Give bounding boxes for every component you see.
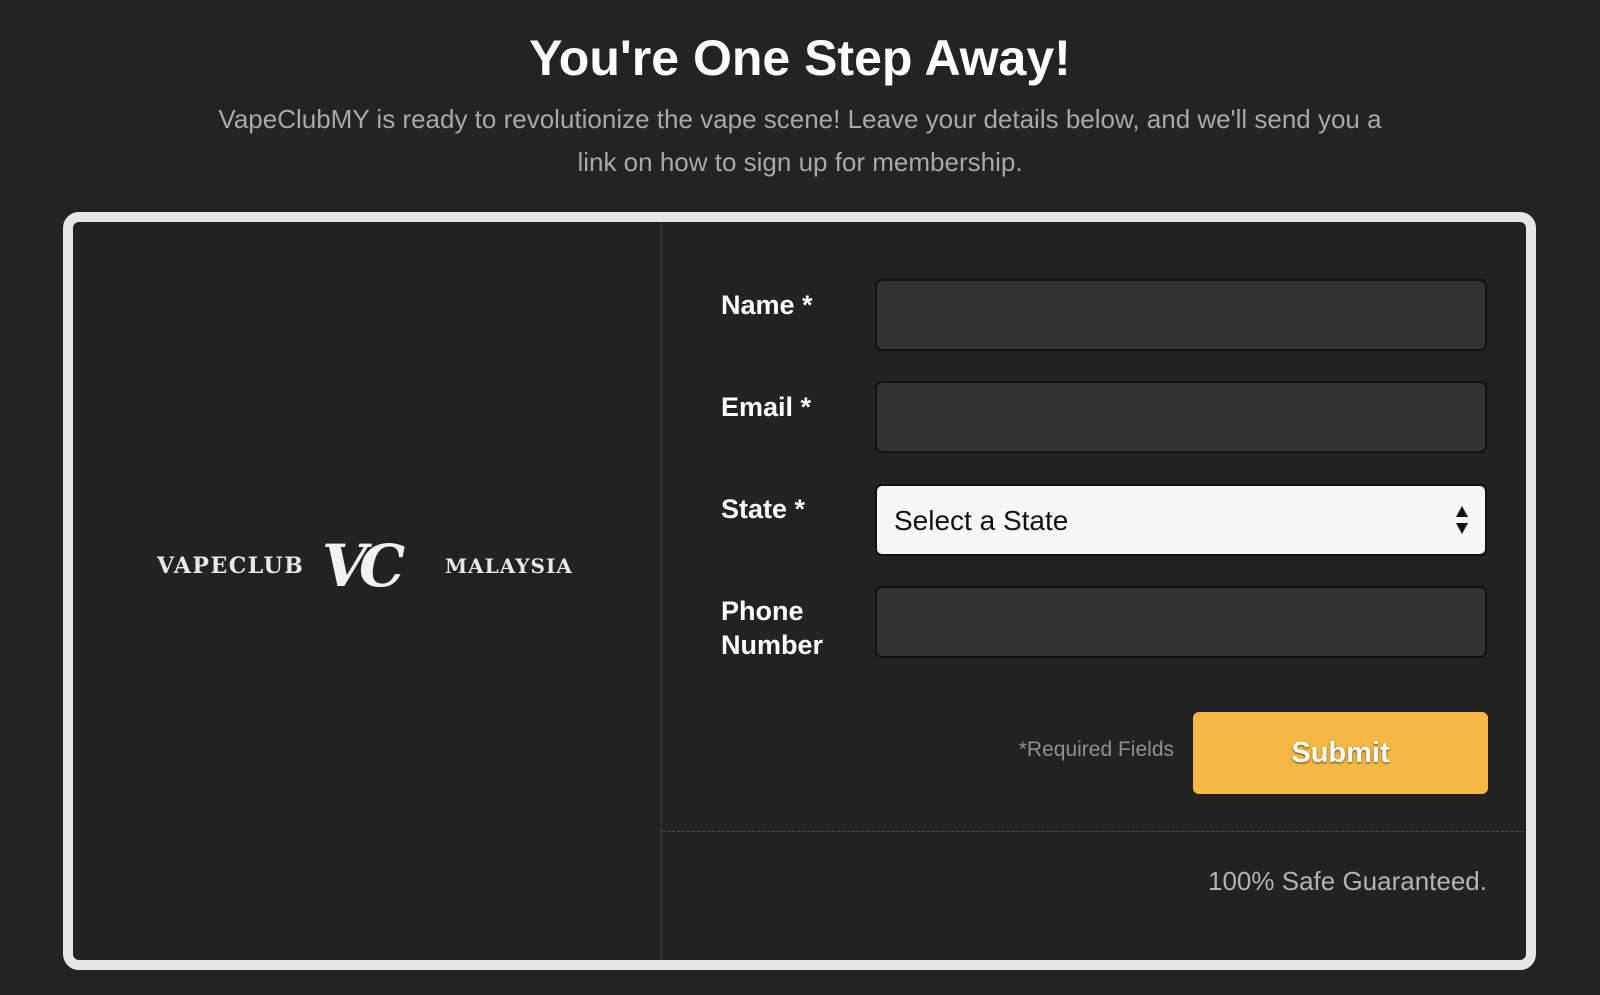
- safe-guarantee-text: 100% Safe Guaranteed.: [1208, 866, 1487, 896]
- phone-label: Phone Number: [721, 594, 871, 662]
- logo-left-text: VAPECLUB: [157, 553, 304, 579]
- up-down-caret-icon: [1455, 504, 1469, 536]
- brand-panel: VAPECLUB VC MALAYSIA: [73, 222, 662, 960]
- name-field[interactable]: [875, 279, 1487, 351]
- signup-card: VAPECLUB VC MALAYSIA Name * Email * Stat…: [63, 212, 1536, 970]
- vapeclub-logo: VAPECLUB VC MALAYSIA: [157, 528, 587, 598]
- email-label: Email *: [721, 392, 812, 422]
- state-select-value: Select a State: [894, 505, 1069, 536]
- phone-label-line2: Number: [721, 630, 824, 660]
- email-field[interactable]: [875, 381, 1487, 453]
- state-select[interactable]: Select a State: [875, 484, 1487, 556]
- logo-right-text: MALAYSIA: [445, 554, 573, 578]
- required-fields-note: *Required Fields: [1018, 738, 1174, 761]
- page-title: You're One Step Away!: [529, 30, 1071, 86]
- footer-divider: [662, 831, 1526, 832]
- logo-monogram: VC: [322, 532, 405, 598]
- page-subtitle: VapeClubMY is ready to revolutionize the…: [218, 104, 1382, 177]
- state-label: State *: [721, 494, 806, 524]
- name-label: Name *: [721, 290, 813, 320]
- phone-field[interactable]: [875, 586, 1487, 658]
- submit-button[interactable]: Submit: [1193, 712, 1488, 794]
- form-panel: Name * Email * State * Select a State Ph…: [662, 222, 1526, 960]
- phone-label-line1: Phone: [721, 596, 804, 626]
